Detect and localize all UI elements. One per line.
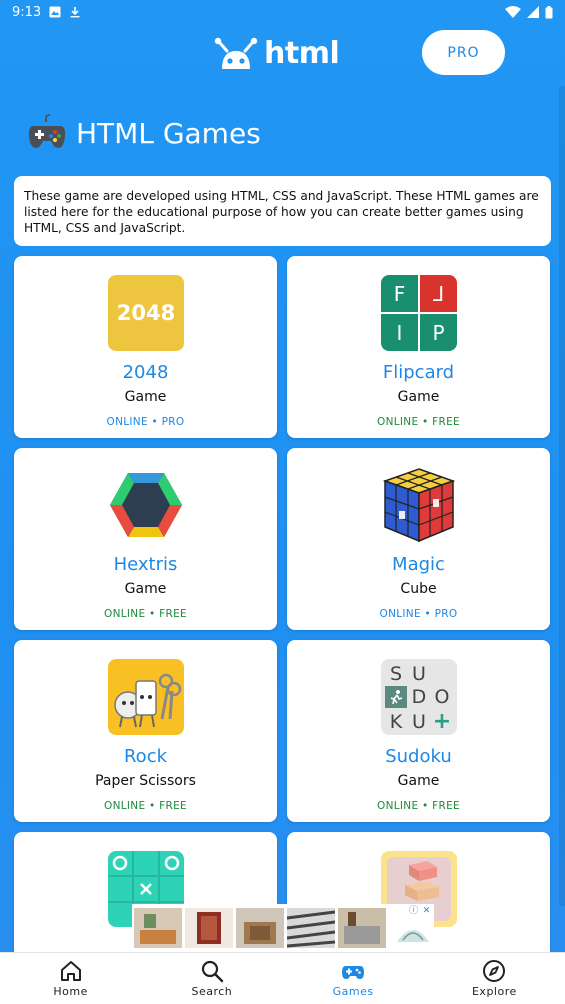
gamepad-icon bbox=[342, 966, 365, 979]
logo-text: html bbox=[264, 36, 340, 71]
ad-close-icon[interactable]: ✕ bbox=[421, 906, 432, 917]
ad-rug-image bbox=[236, 908, 284, 948]
sudoku-cell: D bbox=[411, 686, 427, 708]
game-name: Magic bbox=[392, 554, 445, 575]
game-name: Hextris bbox=[113, 554, 178, 575]
ad-info-icon[interactable]: ⓘ bbox=[408, 906, 419, 917]
ad-rug-image bbox=[287, 908, 335, 948]
sudoku-icon: S U D O K U + bbox=[381, 659, 457, 735]
app-header: html PRO bbox=[0, 24, 565, 86]
game-subtitle: Game bbox=[124, 389, 167, 405]
pro-button[interactable]: PRO bbox=[422, 30, 505, 75]
game-card-rock-paper-scissors[interactable]: Rock Paper Scissors ONLINE • FREE bbox=[14, 640, 277, 822]
nav-games-label: Games bbox=[332, 985, 374, 998]
sudoku-cell-plus: + bbox=[432, 709, 452, 734]
flipcard-tile-f: F bbox=[381, 275, 418, 312]
nav-explore-label: Explore bbox=[471, 985, 517, 998]
game-card-flipcard[interactable]: F L I P Flipcard Game ONLINE • FREE bbox=[287, 256, 550, 438]
flipcard-icon: F L I P bbox=[381, 275, 457, 351]
nav-search[interactable]: Search bbox=[141, 953, 282, 1004]
nav-explore[interactable]: Explore bbox=[424, 953, 565, 1004]
game-name: Flipcard bbox=[382, 362, 455, 383]
nav-home-label: Home bbox=[53, 985, 88, 998]
sudoku-cell: S bbox=[389, 663, 403, 685]
home-icon bbox=[60, 961, 81, 981]
sudoku-cell: U bbox=[412, 710, 426, 733]
game-name: 2048 bbox=[122, 362, 169, 383]
game-subtitle: Cube bbox=[400, 581, 437, 597]
game-card-2048[interactable]: 2048 2048 Game ONLINE • PRO bbox=[14, 256, 277, 438]
game-card-sudoku[interactable]: S U D O K U + Sudoku Game ONLINE • FREE bbox=[287, 640, 550, 822]
compass-icon bbox=[483, 960, 506, 982]
rubiks-cube-icon bbox=[382, 468, 456, 543]
signal-icon bbox=[527, 6, 539, 18]
bottom-nav: Home Search Games Explore bbox=[0, 952, 565, 1004]
intro-text: These game are developed using HTML, CSS… bbox=[24, 189, 539, 235]
nav-home[interactable]: Home bbox=[0, 953, 141, 1004]
sudoku-cell-figure bbox=[385, 686, 407, 708]
game-tag: ONLINE • FREE bbox=[377, 416, 460, 428]
game-tag: ONLINE • FREE bbox=[104, 608, 187, 620]
game-card-magic-cube[interactable]: Magic Cube ONLINE • PRO bbox=[287, 448, 550, 630]
page-title: HTML Games bbox=[28, 114, 261, 152]
robot-logo-icon bbox=[214, 37, 258, 69]
game-subtitle: Game bbox=[397, 773, 440, 789]
ad-rug-image bbox=[338, 908, 386, 948]
wifi-icon bbox=[505, 6, 521, 18]
sudoku-cell: O bbox=[434, 686, 450, 708]
game-card-hextris[interactable]: Hextris Game ONLINE • FREE bbox=[14, 448, 277, 630]
flipcard-tile-l: L bbox=[420, 275, 457, 312]
game-subtitle: Paper Scissors bbox=[95, 773, 196, 789]
ad-banner[interactable]: ⓘ ✕ bbox=[132, 904, 434, 952]
nav-search-label: Search bbox=[191, 985, 233, 998]
intro-text-card: These game are developed using HTML, CSS… bbox=[14, 176, 551, 246]
game-tag: ONLINE • FREE bbox=[104, 800, 187, 812]
game-name: Sudoku bbox=[385, 746, 452, 767]
sudoku-cell-empty bbox=[431, 663, 453, 685]
game-name: Rock bbox=[123, 746, 168, 767]
flipcard-tile-p: P bbox=[420, 314, 457, 351]
ad-rug-image bbox=[134, 908, 182, 948]
gamepad-icon bbox=[28, 114, 66, 148]
sudoku-cell: K bbox=[389, 710, 403, 733]
rock-paper-scissors-icon bbox=[108, 659, 184, 735]
hextris-icon bbox=[110, 473, 182, 537]
flipcard-tile-i: I bbox=[381, 314, 418, 351]
nav-games[interactable]: Games bbox=[283, 953, 424, 1004]
2048-icon: 2048 bbox=[108, 275, 184, 351]
search-icon bbox=[201, 960, 224, 983]
ad-controls: ⓘ ✕ bbox=[408, 906, 432, 917]
ad-rug-image bbox=[185, 908, 233, 948]
runner-icon bbox=[390, 690, 403, 705]
battery-icon bbox=[545, 5, 553, 18]
status-bar: 9:13 bbox=[0, 0, 565, 24]
status-time: 9:13 bbox=[12, 4, 42, 20]
game-tag: ONLINE • PRO bbox=[106, 416, 185, 428]
app-logo[interactable]: html bbox=[214, 36, 340, 71]
download-notification-icon bbox=[70, 7, 80, 18]
sudoku-cell: U bbox=[412, 663, 426, 685]
2048-icon-text: 2048 bbox=[116, 301, 176, 325]
game-tag: ONLINE • PRO bbox=[379, 608, 458, 620]
page-title-text: HTML Games bbox=[76, 116, 261, 150]
game-tag: ONLINE • FREE bbox=[377, 800, 460, 812]
scrollbar[interactable] bbox=[559, 86, 565, 906]
game-subtitle: Game bbox=[124, 581, 167, 597]
game-subtitle: Game bbox=[397, 389, 440, 405]
photo-notification-icon bbox=[49, 6, 61, 18]
